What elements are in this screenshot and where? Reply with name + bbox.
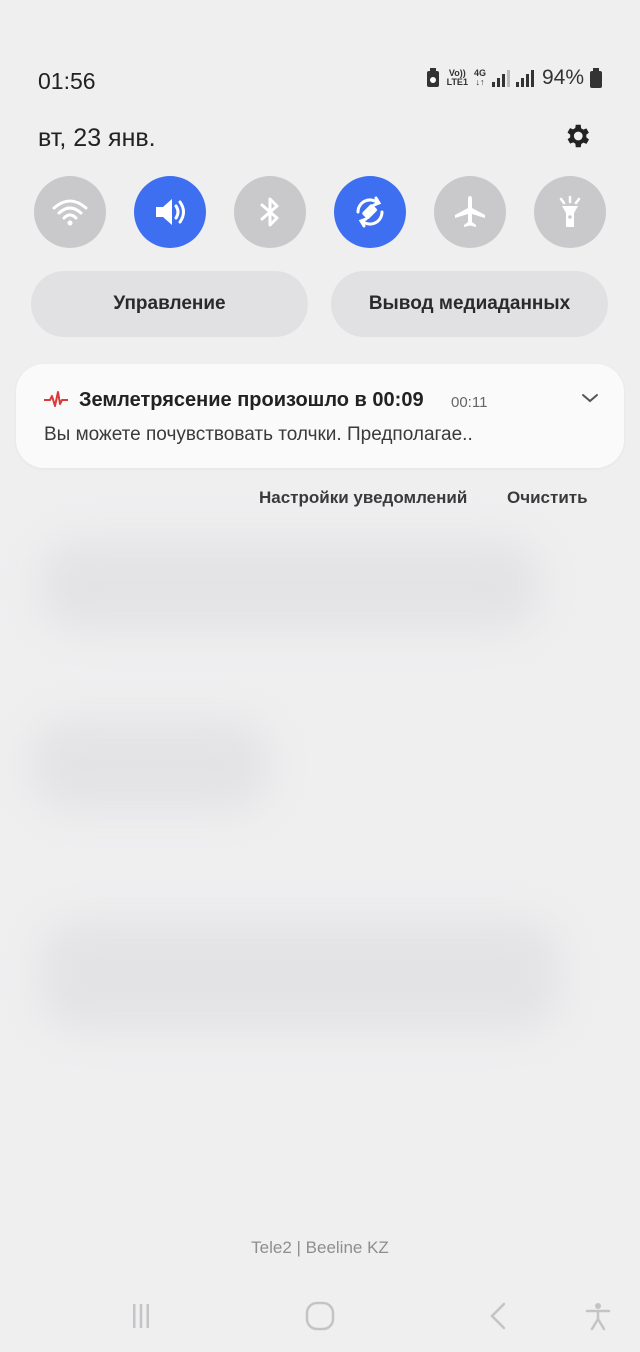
airplane-icon	[455, 196, 485, 227]
status-bar: 01:56 Vo)) LTE1 4G ↓↑ 94%	[0, 60, 640, 104]
quick-settings-row	[34, 176, 606, 248]
qs-airplane-toggle[interactable]	[434, 176, 506, 248]
network-type-indicator: 4G ↓↑	[473, 68, 486, 87]
carrier-label: Tele2 | Beeline KZ	[251, 1238, 389, 1257]
battery-saver-icon	[426, 68, 439, 87]
clear-notifications-button[interactable]: Очистить	[507, 488, 588, 508]
qs-auto-rotate-toggle[interactable]	[334, 176, 406, 248]
auto-rotate-icon	[356, 196, 384, 228]
device-control-button[interactable]: Управление	[31, 271, 308, 337]
signal-2-icon	[515, 70, 534, 87]
media-output-button[interactable]: Вывод медиаданных	[331, 271, 608, 337]
qs-wifi-toggle[interactable]	[34, 176, 106, 248]
settings-gear-icon[interactable]	[562, 121, 592, 151]
recents-button[interactable]	[121, 1296, 161, 1336]
battery-icon	[590, 68, 602, 88]
back-icon	[490, 1302, 506, 1330]
status-icons: Vo)) LTE1 4G ↓↑ 94%	[425, 66, 602, 90]
notification-body: Вы можете почувствовать толчки. Предпола…	[44, 424, 473, 445]
signal-1-icon	[491, 70, 510, 87]
qs-bluetooth-toggle[interactable]	[234, 176, 306, 248]
bluetooth-icon	[260, 197, 279, 227]
background-blur	[40, 920, 560, 1030]
speaker-icon	[156, 199, 185, 225]
clock: 01:56	[38, 68, 96, 94]
notification-card[interactable]: Землетрясение произошло в 00:09 00:11 Вы…	[16, 364, 624, 468]
notification-title: Землетрясение произошло в 00:09	[79, 389, 424, 411]
qs-sound-toggle[interactable]	[134, 176, 206, 248]
recents-icon	[133, 1304, 149, 1328]
qs-flashlight-toggle[interactable]	[534, 176, 606, 248]
earthquake-icon	[44, 391, 68, 407]
back-button[interactable]	[479, 1296, 519, 1336]
accessibility-button[interactable]	[578, 1296, 618, 1336]
chevron-down-icon[interactable]	[580, 390, 600, 406]
flashlight-icon	[559, 195, 581, 227]
accessibility-icon	[585, 1303, 611, 1331]
notification-time: 00:11	[451, 394, 488, 411]
home-button[interactable]	[300, 1296, 340, 1336]
volte-indicator: Vo)) LTE1	[446, 68, 468, 87]
wifi-icon	[52, 199, 88, 226]
battery-percent: 94%	[541, 66, 584, 89]
background-blur	[30, 720, 270, 810]
notification-settings-link[interactable]: Настройки уведомлений	[259, 488, 467, 508]
home-icon	[305, 1301, 335, 1331]
date-label: вт, 23 янв.	[38, 124, 156, 152]
background-blur	[40, 540, 540, 630]
